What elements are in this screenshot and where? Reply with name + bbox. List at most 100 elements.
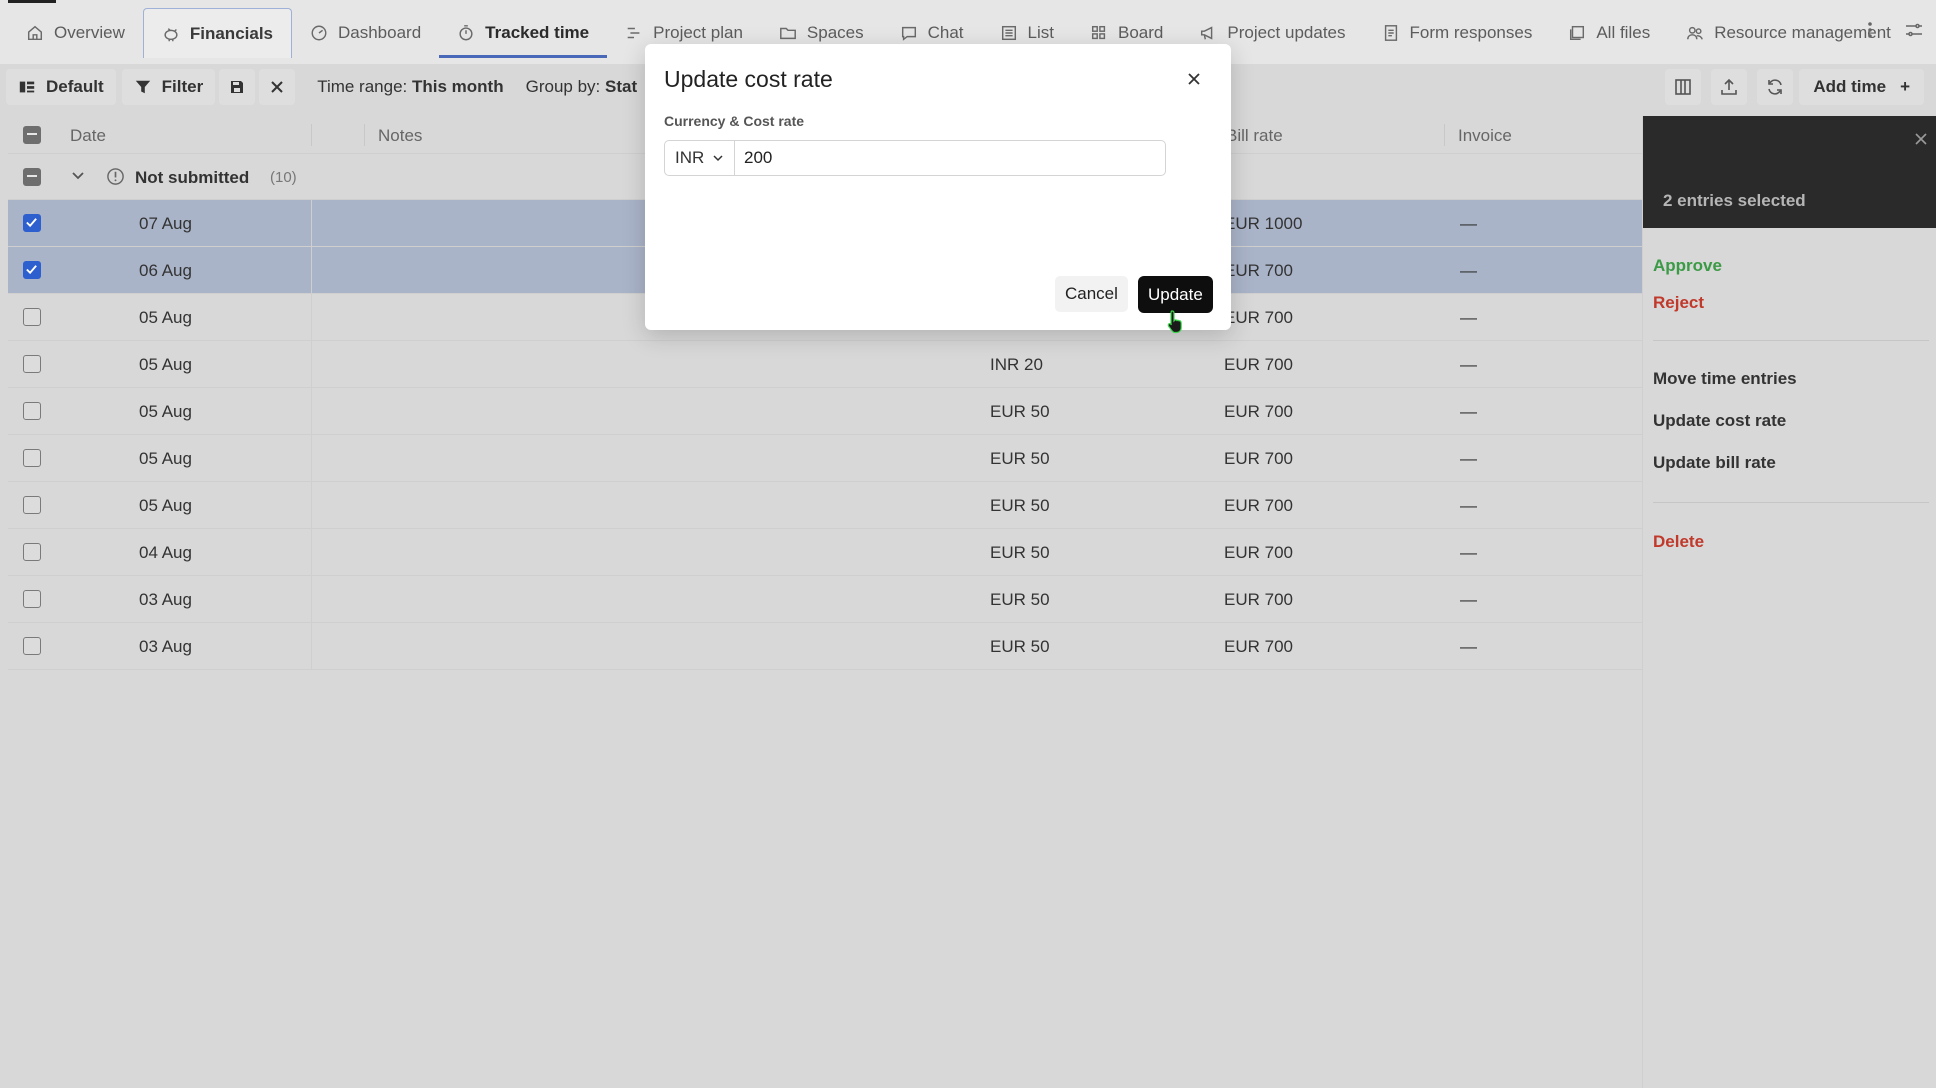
table-row[interactable]: 05 Aug INR 20 EUR 700 — bbox=[8, 341, 1642, 388]
currency-cost-rate-label: Currency & Cost rate bbox=[664, 113, 805, 129]
table-row[interactable]: 05 Aug EUR 50 EUR 700 — bbox=[8, 388, 1642, 435]
row-checkbox[interactable] bbox=[23, 449, 41, 467]
close-icon[interactable] bbox=[1914, 132, 1928, 146]
tab-financials[interactable]: Financials bbox=[142, 8, 292, 58]
board-icon bbox=[1090, 24, 1108, 42]
update-cost-rate-dialog: Update cost rate Currency & Cost rate IN… bbox=[645, 44, 1231, 330]
row-checkbox[interactable] bbox=[23, 355, 41, 373]
tab-label: Form responses bbox=[1409, 23, 1533, 42]
column-divider bbox=[311, 482, 312, 528]
update-bill-rate-action[interactable]: Update bill rate bbox=[1653, 453, 1776, 473]
tab-label: Project updates bbox=[1227, 23, 1346, 42]
row-cost-rate: EUR 50 bbox=[990, 637, 1050, 656]
tab-all-files[interactable]: All files bbox=[1550, 8, 1668, 58]
column-invoice[interactable]: Invoice bbox=[1458, 126, 1512, 146]
filter-button[interactable]: Filter bbox=[121, 69, 216, 105]
column-divider[interactable] bbox=[364, 124, 365, 146]
layout-icon bbox=[19, 81, 35, 93]
close-dialog-button[interactable] bbox=[1185, 70, 1203, 88]
row-date: 05 Aug bbox=[139, 402, 192, 421]
table-row[interactable]: 03 Aug EUR 50 EUR 700 — bbox=[8, 576, 1642, 623]
delete-action[interactable]: Delete bbox=[1653, 532, 1704, 552]
currency-select[interactable]: INR bbox=[665, 141, 735, 175]
clear-filter-button[interactable] bbox=[259, 69, 296, 105]
table-row[interactable]: 05 Aug EUR 50 EUR 700 — bbox=[8, 435, 1642, 482]
more-vertical-icon[interactable] bbox=[1860, 20, 1880, 45]
files-icon bbox=[1568, 24, 1586, 42]
bulk-actions-panel: 2 entries selected Approve Reject Move t… bbox=[1642, 116, 1936, 1088]
tab-tracked-time[interactable]: Tracked time bbox=[439, 8, 608, 58]
column-bill-rate[interactable]: Bill rate bbox=[1226, 126, 1283, 146]
checkmark-icon bbox=[26, 265, 37, 275]
row-checkbox[interactable] bbox=[23, 402, 41, 420]
save-icon bbox=[231, 81, 244, 93]
row-checkbox[interactable] bbox=[23, 214, 41, 232]
tab-label: Board bbox=[1118, 23, 1164, 42]
filter-label: Filter bbox=[161, 77, 204, 96]
table-row[interactable]: 05 Aug EUR 50 EUR 700 — bbox=[8, 482, 1642, 529]
row-checkbox[interactable] bbox=[23, 496, 41, 514]
row-bill-rate: EUR 700 bbox=[1224, 355, 1293, 374]
group-by-label: Group by: bbox=[525, 77, 601, 96]
tab-overview[interactable]: Overview bbox=[8, 8, 143, 58]
panel-header: 2 entries selected bbox=[1643, 116, 1936, 228]
sliders-icon[interactable] bbox=[1904, 20, 1924, 45]
export-button[interactable] bbox=[1711, 69, 1748, 105]
tab-dashboard[interactable]: Dashboard bbox=[292, 8, 439, 58]
add-time-button[interactable]: Add time + bbox=[1799, 69, 1924, 105]
row-date: 04 Aug bbox=[139, 543, 192, 562]
column-divider bbox=[311, 435, 312, 481]
row-cost-rate: EUR 50 bbox=[990, 590, 1050, 609]
column-divider[interactable] bbox=[1444, 124, 1445, 146]
update-button[interactable]: Update bbox=[1138, 276, 1213, 313]
tab-label: All files bbox=[1596, 23, 1651, 42]
column-notes[interactable]: Notes bbox=[378, 126, 422, 146]
save-view-button[interactable] bbox=[219, 69, 256, 105]
row-bill-rate: EUR 700 bbox=[1224, 449, 1293, 468]
tab-form-responses[interactable]: Form responses bbox=[1364, 8, 1551, 58]
row-invoice: — bbox=[1460, 308, 1477, 327]
reject-action[interactable]: Reject bbox=[1653, 293, 1704, 313]
table-row[interactable]: 03 Aug EUR 50 EUR 700 — bbox=[8, 623, 1642, 670]
gauge-icon bbox=[310, 24, 328, 42]
cost-rate-input[interactable] bbox=[735, 141, 1165, 175]
row-cost-rate: EUR 50 bbox=[990, 496, 1050, 515]
tab-label: Chat bbox=[927, 23, 964, 42]
row-date: 05 Aug bbox=[139, 355, 192, 374]
megaphone-icon bbox=[1199, 24, 1217, 42]
table-row[interactable]: 04 Aug EUR 50 EUR 700 — bbox=[8, 529, 1642, 576]
row-bill-rate: EUR 700 bbox=[1224, 543, 1293, 562]
row-cost-rate: INR 20 bbox=[990, 355, 1043, 374]
update-cost-rate-action[interactable]: Update cost rate bbox=[1653, 411, 1786, 431]
refresh-button[interactable] bbox=[1757, 69, 1794, 105]
checkmark-icon bbox=[26, 218, 37, 228]
row-checkbox[interactable] bbox=[23, 590, 41, 608]
group-by[interactable]: Group by: Stat bbox=[526, 77, 638, 97]
group-checkbox[interactable] bbox=[23, 168, 41, 186]
people-icon bbox=[1686, 24, 1704, 42]
row-checkbox[interactable] bbox=[23, 637, 41, 655]
move-time-entries-action[interactable]: Move time entries bbox=[1653, 369, 1797, 389]
row-invoice: — bbox=[1460, 590, 1477, 609]
row-checkbox[interactable] bbox=[23, 308, 41, 326]
column-divider[interactable] bbox=[311, 124, 312, 146]
approve-action[interactable]: Approve bbox=[1653, 256, 1722, 276]
row-checkbox[interactable] bbox=[23, 543, 41, 561]
select-all-checkbox[interactable] bbox=[23, 126, 41, 144]
time-range-value: This month bbox=[412, 77, 504, 96]
row-date: 05 Aug bbox=[139, 308, 192, 327]
column-divider bbox=[311, 529, 312, 575]
chevron-down-icon[interactable] bbox=[70, 168, 86, 184]
columns-button[interactable] bbox=[1665, 69, 1702, 105]
time-range[interactable]: Time range: This month bbox=[317, 77, 503, 97]
column-date[interactable]: Date bbox=[70, 126, 106, 146]
view-default-button[interactable]: Default bbox=[6, 69, 116, 105]
tab-label: Tracked time bbox=[485, 23, 590, 42]
cancel-button[interactable]: Cancel bbox=[1055, 276, 1128, 312]
info-icon bbox=[107, 168, 124, 185]
row-checkbox[interactable] bbox=[23, 261, 41, 279]
top-strip bbox=[8, 0, 56, 3]
toolbar-actions: Add time + bbox=[1661, 69, 1924, 105]
row-invoice: — bbox=[1460, 449, 1477, 468]
group-label: Not submitted bbox=[135, 168, 250, 187]
